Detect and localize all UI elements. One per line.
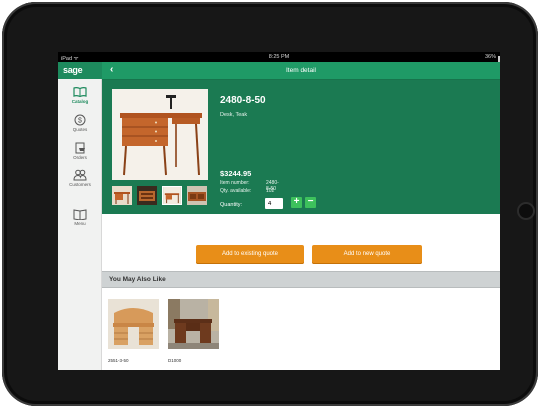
thumbnail-2[interactable]	[137, 186, 157, 205]
logo-bar: sage	[58, 62, 102, 79]
book-icon	[73, 87, 87, 98]
related-item-label[interactable]: D1000	[168, 358, 181, 363]
item-price: $3244.95	[220, 169, 252, 178]
svg-text:$: $	[78, 118, 82, 125]
menu-book-icon	[73, 209, 87, 220]
sage-logo: sage	[63, 65, 83, 75]
sidebar: sage Catalog $ Quotes Orders Customers M…	[58, 62, 102, 370]
product-main-image	[112, 89, 208, 180]
main-content: ‹ Item detail 2480-8-50 Desk, Teak $3244…	[102, 62, 500, 370]
users-icon	[73, 169, 87, 181]
quantity-increase-button[interactable]: +	[291, 197, 302, 208]
nav-bar: ‹ Item detail	[102, 62, 500, 80]
qty-available-row: Qty. available: 102	[220, 188, 274, 194]
cart-icon	[75, 142, 85, 154]
item-number-row: Item number: 2480-8-50	[220, 180, 279, 192]
sidebar-item-label: Orders	[73, 155, 87, 160]
sidebar-item-menu[interactable]: Menu	[58, 208, 102, 226]
status-time: 8:25 PM	[268, 54, 290, 60]
desk-thumbnail	[112, 186, 132, 205]
sidebar-item-quotes[interactable]: $ Quotes	[58, 114, 102, 132]
quantity-input[interactable]	[265, 198, 283, 209]
item-description: Desk, Teak	[220, 112, 248, 118]
related-item-image[interactable]	[108, 299, 159, 349]
quantity-label: Quantity:	[220, 202, 243, 208]
sidebar-item-label: Customers	[69, 182, 91, 187]
battery-status: 36%	[484, 54, 500, 62]
battery-percent: 36%	[484, 54, 496, 60]
sidebar-item-label: Menu	[74, 221, 86, 226]
desk-thumbnail	[163, 187, 181, 204]
thumbnail-3[interactable]	[162, 186, 182, 205]
sidebar-item-label: Catalog	[71, 99, 89, 104]
executive-desk-image	[168, 299, 219, 349]
add-to-existing-quote-button[interactable]: Add to existing quote	[196, 245, 304, 264]
item-title: 2480-8-50	[220, 95, 266, 106]
home-button[interactable]	[517, 202, 535, 220]
sidebar-item-orders[interactable]: Orders	[58, 142, 102, 160]
status-bar: iPad ᯤ 8:25 PM 36%	[58, 52, 500, 62]
related-item-image[interactable]	[168, 299, 219, 349]
related-item-label[interactable]: 2551-3-50	[108, 358, 129, 363]
add-to-new-quote-button[interactable]: Add to new quote	[312, 245, 422, 264]
qty-available-label: Qty. available:	[220, 188, 252, 194]
sidebar-item-catalog[interactable]: Catalog	[58, 86, 102, 104]
qty-available-value: 102	[266, 188, 275, 194]
desk-thumbnail	[187, 186, 207, 205]
related-section-title: You May Also Like	[109, 276, 166, 283]
thumbnail-1[interactable]	[112, 186, 132, 205]
thumbnail-4[interactable]	[187, 186, 207, 205]
sidebar-item-label: Quotes	[72, 127, 88, 132]
app-screen: iPad ᯤ 8:25 PM 36% sage Catalog $ Quotes	[58, 52, 500, 370]
rolltop-desk-image	[108, 299, 159, 349]
page-title: Item detail	[286, 67, 316, 74]
related-section-header: You May Also Like	[102, 271, 500, 288]
sidebar-item-customers[interactable]: Customers	[58, 169, 102, 187]
quantity-decrease-button[interactable]: −	[305, 197, 316, 208]
item-detail-panel: 2480-8-50 Desk, Teak $3244.95 Item numbe…	[102, 80, 500, 214]
dollar-icon: $	[74, 114, 86, 126]
item-number-label: Item number:	[220, 180, 250, 186]
desk-thumbnail	[137, 186, 157, 205]
desk-image	[112, 89, 208, 180]
